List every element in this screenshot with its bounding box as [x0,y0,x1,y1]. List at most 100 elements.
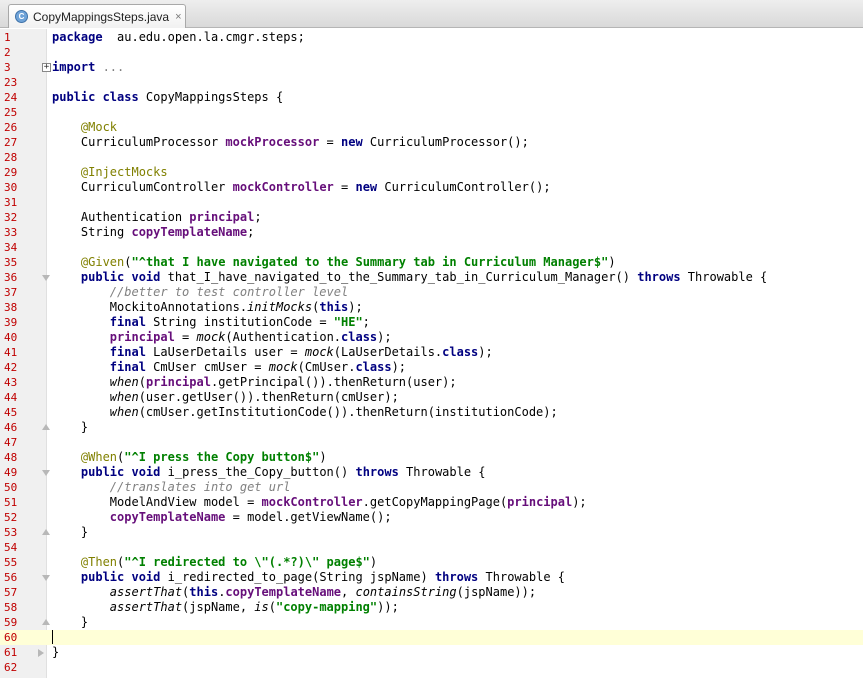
code-token: initMocks [247,300,313,314]
code-text: assertThat(jspName, is("copy-mapping")); [52,600,399,615]
fold-end-icon[interactable] [42,529,50,535]
line-number: 47 [4,436,18,449]
line-number: 50 [4,481,18,494]
code-line[interactable]: 62 [0,660,863,675]
code-line[interactable]: 59 } [0,615,863,630]
code-line[interactable]: 34 [0,240,863,255]
code-line[interactable]: 48 @When("^I press the Copy button$") [0,450,863,465]
code-token: ( [138,375,146,389]
code-line[interactable]: 52 copyTemplateName = model.getViewName(… [0,510,863,525]
code-line[interactable]: 31 [0,195,863,210]
code-line[interactable]: 35 @Given("^that I have navigated to the… [0,255,863,270]
code-token: (cmUser.getInstitutionCode()).thenReturn… [138,405,558,419]
code-text: } [52,645,59,660]
code-line[interactable]: 54 [0,540,863,555]
fold-end-icon[interactable] [42,619,50,625]
code-line[interactable]: 57 assertThat(this.copyTemplateName, con… [0,585,863,600]
code-line[interactable]: 61} [0,645,863,660]
code-line[interactable]: 32 Authentication principal; [0,210,863,225]
line-number: 52 [4,511,18,524]
code-line[interactable]: 50 //translates into get url [0,480,863,495]
code-text: when(cmUser.getInstitutionCode()).thenRe… [52,405,558,420]
code-line[interactable]: 30 CurriculumController mockController =… [0,180,863,195]
code-token: ; [362,315,370,329]
code-line[interactable]: 38 MockitoAnnotations.initMocks(this); [0,300,863,315]
code-token: copyTemplateName [131,225,248,239]
code-line[interactable]: 23 [0,75,863,90]
line-number: 28 [4,151,18,164]
code-line[interactable]: 43 when(principal.getPrincipal()).thenRe… [0,375,863,390]
code-line[interactable]: 29 @InjectMocks [0,165,863,180]
code-line[interactable]: 58 assertThat(jspName, is("copy-mapping"… [0,600,863,615]
expand-fold-icon[interactable]: + [42,63,51,72]
code-line[interactable]: 45 when(cmUser.getInstitutionCode()).the… [0,405,863,420]
line-number: 46 [4,421,18,434]
code-token: ... [95,60,125,74]
code-line[interactable]: 26 @Mock [0,120,863,135]
fold-start-icon[interactable] [42,275,50,281]
fold-start-icon[interactable] [42,470,50,476]
code-line[interactable]: 2 [0,45,863,60]
code-token: that_I_have_navigated_to_the_Summary_tab… [160,270,638,284]
fold-start-icon[interactable] [42,575,50,581]
code-token: "^I press the Copy button$" [124,450,320,464]
file-tab-copymappingssteps[interactable]: C CopyMappingsSteps.java × [8,4,186,28]
line-number: 56 [4,571,18,584]
code-line[interactable]: 1 package au.edu.open.la.cmgr.steps; [0,30,863,45]
code-token: CurriculumProcessor(); [362,135,529,149]
close-tab-icon[interactable]: × [175,11,181,23]
code-line[interactable]: 47 [0,435,863,450]
breakpoint-arrow-icon[interactable] [38,649,44,657]
code-line[interactable]: 53 } [0,525,863,540]
code-text: @InjectMocks [52,165,168,180]
code-line[interactable]: 60 [0,630,863,645]
code-line[interactable]: 36 public void that_I_have_navigated_to_… [0,270,863,285]
code-token: package [52,30,103,44]
code-line[interactable]: 3 + import ... [0,60,863,75]
code-line[interactable]: 56 public void i_redirected_to_page(Stri… [0,570,863,585]
code-token: final [109,315,146,329]
code-token: containsString [355,585,457,599]
code-line[interactable]: 44 when(user.getUser()).thenReturn(cmUse… [0,390,863,405]
line-number: 41 [4,346,18,359]
code-token: assertThat [109,585,183,599]
code-line[interactable]: 33 String copyTemplateName; [0,225,863,240]
code-editor[interactable]: 1 package au.edu.open.la.cmgr.steps; 2 3 + im… [0,29,863,678]
code-line[interactable]: 39 final String institutionCode = "HE"; [0,315,863,330]
code-area[interactable]: 1 package au.edu.open.la.cmgr.steps; 2 3 + im… [0,30,863,675]
code-line[interactable]: 49 public void i_press_the_Copy_button()… [0,465,863,480]
line-number: 2 [4,46,11,59]
fold-end-icon[interactable] [42,424,50,430]
code-token: String institutionCode = [145,315,334,329]
code-text: } [52,525,88,540]
code-token: (jspName, [182,600,255,614]
code-line[interactable]: 25 [0,105,863,120]
code-token: mock [268,360,298,374]
code-line[interactable]: 51 ModelAndView model = mockController.g… [0,495,863,510]
code-token: i_redirected_to_page(String jspName) [160,570,435,584]
line-number: 62 [4,661,18,674]
code-token: public void [80,570,161,584]
code-line[interactable]: 37 //better to test controller level [0,285,863,300]
code-token: } [52,615,89,629]
code-line[interactable]: 24 public class CopyMappingsSteps { [0,90,863,105]
code-token: class [442,345,479,359]
code-line[interactable]: 40 principal = mock(Authentication.class… [0,330,863,345]
code-token: MockitoAnnotations. [52,300,248,314]
code-line[interactable]: 55 @Then("^I redirected to \"(.*?)\" pag… [0,555,863,570]
code-line[interactable]: 46 } [0,420,863,435]
code-token: copyTemplateName [225,585,342,599]
code-line[interactable]: 28 [0,150,863,165]
code-token: @Given [80,255,125,269]
line-number: 30 [4,181,18,194]
code-line[interactable]: 42 final CmUser cmUser = mock(CmUser.cla… [0,360,863,375]
line-number: 29 [4,166,18,179]
code-line[interactable]: 41 final LaUserDetails user = mock(LaUse… [0,345,863,360]
code-token: final [109,360,146,374]
line-number: 1 [4,31,11,44]
line-number: 33 [4,226,18,239]
code-line[interactable]: 27 CurriculumProcessor mockProcessor = n… [0,135,863,150]
